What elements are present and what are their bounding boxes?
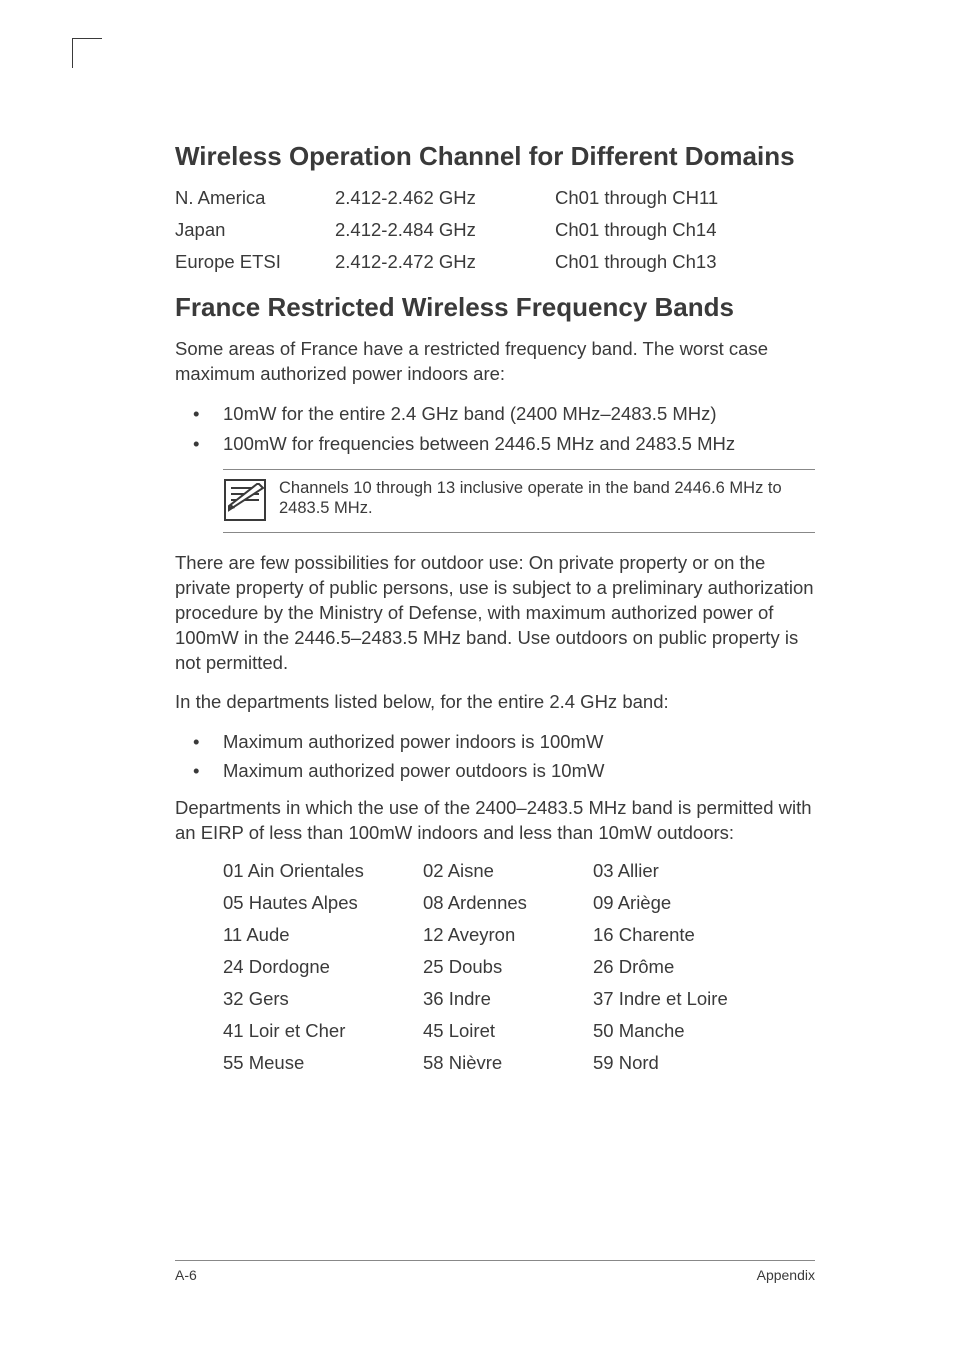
note-icon: [223, 478, 267, 522]
list-item: 100mW for frequencies between 2446.5 MHz…: [175, 431, 815, 457]
dept-cell: 01 Ain Orientales: [223, 860, 423, 882]
dept-cell: 12 Aveyron: [423, 924, 593, 946]
dept-cell: 58 Nièvre: [423, 1052, 593, 1074]
page-footer: A-6 Appendix: [175, 1260, 815, 1283]
freq-cell: 2.412-2.484 GHz: [335, 219, 555, 241]
dept-cell: 25 Doubs: [423, 956, 593, 978]
domain-table: N. America 2.412-2.462 GHz Ch01 through …: [175, 187, 815, 273]
table-row: 05 Hautes Alpes 08 Ardennes 09 Ariège: [223, 892, 815, 914]
dept-cell: 37 Indre et Loire: [593, 988, 815, 1010]
heading-wireless-channel: Wireless Operation Channel for Different…: [175, 140, 815, 173]
table-row: 41 Loir et Cher 45 Loiret 50 Manche: [223, 1020, 815, 1042]
dept-cell: 09 Ariège: [593, 892, 815, 914]
dept-cell: 11 Aude: [223, 924, 423, 946]
channel-cell: Ch01 through Ch13: [555, 251, 815, 273]
dept-cell: 59 Nord: [593, 1052, 815, 1074]
departments-intro-1: In the departments listed below, for the…: [175, 690, 815, 715]
table-row: 11 Aude 12 Aveyron 16 Charente: [223, 924, 815, 946]
dept-cell: 32 Gers: [223, 988, 423, 1010]
region-cell: N. America: [175, 187, 335, 209]
dept-cell: 16 Charente: [593, 924, 815, 946]
region-cell: Europe ETSI: [175, 251, 335, 273]
table-row: 01 Ain Orientales 02 Aisne 03 Allier: [223, 860, 815, 882]
region-cell: Japan: [175, 219, 335, 241]
dept-cell: 50 Manche: [593, 1020, 815, 1042]
dept-cell: 41 Loir et Cher: [223, 1020, 423, 1042]
table-row: Japan 2.412-2.484 GHz Ch01 through Ch14: [175, 219, 815, 241]
heading-france-bands: France Restricted Wireless Frequency Ban…: [175, 291, 815, 324]
list-item: Maximum authorized power indoors is 100m…: [175, 729, 815, 755]
dept-cell: 45 Loiret: [423, 1020, 593, 1042]
channel-cell: Ch01 through Ch14: [555, 219, 815, 241]
list-item: Maximum authorized power outdoors is 10m…: [175, 758, 815, 784]
outdoor-paragraph: There are few possibilities for outdoor …: [175, 551, 815, 676]
freq-cell: 2.412-2.462 GHz: [335, 187, 555, 209]
list-item: 10mW for the entire 2.4 GHz band (2400 M…: [175, 401, 815, 427]
table-row: 55 Meuse 58 Nièvre 59 Nord: [223, 1052, 815, 1074]
note-box: Channels 10 through 13 inclusive operate…: [223, 469, 815, 533]
freq-cell: 2.412-2.472 GHz: [335, 251, 555, 273]
table-row: N. America 2.412-2.462 GHz Ch01 through …: [175, 187, 815, 209]
channel-cell: Ch01 through CH11: [555, 187, 815, 209]
page-number: A-6: [175, 1267, 197, 1283]
dept-cell: 55 Meuse: [223, 1052, 423, 1074]
note-text: Channels 10 through 13 inclusive operate…: [279, 478, 815, 519]
page-content: Wireless Operation Channel for Different…: [175, 140, 815, 1084]
section-name: Appendix: [757, 1267, 815, 1283]
bullet-list-2: Maximum authorized power indoors is 100m…: [175, 729, 815, 785]
dept-cell: 08 Ardennes: [423, 892, 593, 914]
table-row: Europe ETSI 2.412-2.472 GHz Ch01 through…: [175, 251, 815, 273]
crop-mark-top-left: [72, 38, 102, 68]
dept-cell: 24 Dordogne: [223, 956, 423, 978]
bullet-list-1: 10mW for the entire 2.4 GHz band (2400 M…: [175, 401, 815, 457]
departments-intro-2: Departments in which the use of the 2400…: [175, 796, 815, 846]
table-row: 32 Gers 36 Indre 37 Indre et Loire: [223, 988, 815, 1010]
dept-cell: 05 Hautes Alpes: [223, 892, 423, 914]
dept-cell: 03 Allier: [593, 860, 815, 882]
dept-cell: 02 Aisne: [423, 860, 593, 882]
departments-table: 01 Ain Orientales 02 Aisne 03 Allier 05 …: [223, 860, 815, 1074]
table-row: 24 Dordogne 25 Doubs 26 Drôme: [223, 956, 815, 978]
dept-cell: 26 Drôme: [593, 956, 815, 978]
intro-paragraph: Some areas of France have a restricted f…: [175, 337, 815, 387]
dept-cell: 36 Indre: [423, 988, 593, 1010]
